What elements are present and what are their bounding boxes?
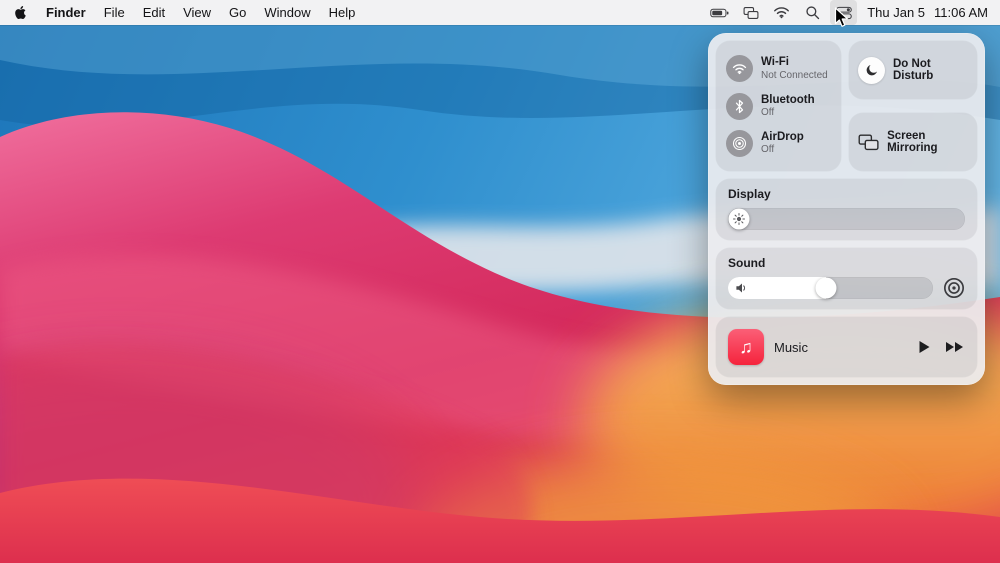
volume-slider[interactable] <box>728 277 933 299</box>
wifi-toggle-circle[interactable] <box>726 55 753 83</box>
speaker-volume-icon <box>736 283 746 293</box>
menu-bar-left: Finder File Edit View Go Window Help <box>12 0 364 25</box>
music-controls <box>918 340 965 354</box>
active-app-menu[interactable]: Finder <box>37 0 95 25</box>
sound-row <box>728 277 965 299</box>
airdrop-label: AirDrop <box>761 130 804 143</box>
bluetooth-icon <box>735 99 744 113</box>
fast-forward-button[interactable] <box>945 341 965 353</box>
apple-menu[interactable] <box>12 0 37 25</box>
bluetooth-texts: Bluetooth Off <box>761 94 815 119</box>
control-center-status-item[interactable] <box>830 0 858 25</box>
speaker-track-icon-wrap <box>735 282 749 294</box>
clock-date: Thu Jan 5 <box>867 5 926 20</box>
cc-top-right-column: Do Not Disturb Screen Mirroring <box>849 41 977 171</box>
brightness-slider[interactable] <box>728 208 965 230</box>
airdrop-status: Off <box>761 144 775 156</box>
control-center-panel: Wi-Fi Not Connected Bluetooth Off AirDro… <box>708 33 985 385</box>
music-module: ♫ Music <box>716 317 977 377</box>
moon-icon <box>866 65 877 76</box>
music-app-icon[interactable]: ♫ <box>728 329 764 365</box>
cc-top-row: Wi-Fi Not Connected Bluetooth Off AirDro… <box>716 41 977 171</box>
bluetooth-status: Off <box>761 106 775 118</box>
menu-help[interactable]: Help <box>320 0 365 25</box>
screen-mirroring-icon <box>743 6 759 19</box>
sun-brightness-icon <box>732 212 746 226</box>
airdrop-icon <box>732 136 747 150</box>
bluetooth-label: Bluetooth <box>761 93 815 106</box>
wifi-icon <box>732 64 747 74</box>
wifi-icon <box>774 7 790 19</box>
wifi-texts: Wi-Fi Not Connected <box>761 56 828 81</box>
sound-title: Sound <box>728 256 766 270</box>
control-center-icon <box>835 6 852 19</box>
apple-logo-icon <box>15 6 26 20</box>
volume-knob[interactable] <box>815 277 837 299</box>
airdrop-toggle[interactable]: AirDrop Off <box>726 129 831 157</box>
menu-window[interactable]: Window <box>255 0 319 25</box>
play-button[interactable] <box>918 340 931 354</box>
dnd-circle[interactable] <box>858 56 885 84</box>
battery-icon <box>710 8 729 17</box>
menu-bar-clock[interactable]: Thu Jan 5 11:06 AM <box>861 5 988 20</box>
menu-view[interactable]: View <box>174 0 220 25</box>
airplay-audio-button[interactable] <box>943 277 965 299</box>
wifi-status: Not Connected <box>761 69 828 81</box>
screen-mirroring-toggle[interactable]: Screen Mirroring <box>849 113 977 171</box>
brightness-knob[interactable] <box>728 208 750 230</box>
menu-go[interactable]: Go <box>220 0 255 25</box>
battery-status-item[interactable] <box>706 0 733 25</box>
airdrop-texts: AirDrop Off <box>761 131 804 156</box>
display-status-item[interactable] <box>737 0 764 25</box>
display-title: Display <box>728 187 771 201</box>
clock-time: 11:06 AM <box>934 5 988 20</box>
sound-module: Sound <box>716 248 977 309</box>
screen-mirroring-label: Screen Mirroring <box>887 130 938 154</box>
menu-bar: Finder File Edit View Go Window Help Thu… <box>0 0 1000 25</box>
menu-bar-status-area: Thu Jan 5 11:06 AM <box>706 0 988 25</box>
music-label: Music <box>774 339 808 355</box>
spotlight-status-item[interactable] <box>799 0 826 25</box>
spotlight-search-icon <box>806 6 820 20</box>
bluetooth-toggle-circle[interactable] <box>726 92 753 120</box>
airdrop-toggle-circle[interactable] <box>726 129 753 157</box>
display-module: Display <box>716 179 977 240</box>
bluetooth-toggle[interactable]: Bluetooth Off <box>726 92 831 120</box>
menu-edit[interactable]: Edit <box>134 0 174 25</box>
connectivity-card: Wi-Fi Not Connected Bluetooth Off AirDro… <box>716 41 841 171</box>
wifi-status-item[interactable] <box>768 0 795 25</box>
do-not-disturb-toggle[interactable]: Do Not Disturb <box>849 41 977 99</box>
dnd-label: Do Not Disturb <box>893 58 934 82</box>
menu-file[interactable]: File <box>95 0 134 25</box>
screen-mirroring-icon <box>858 134 879 150</box>
wifi-toggle[interactable]: Wi-Fi Not Connected <box>726 55 831 83</box>
wifi-label: Wi-Fi <box>761 56 789 69</box>
